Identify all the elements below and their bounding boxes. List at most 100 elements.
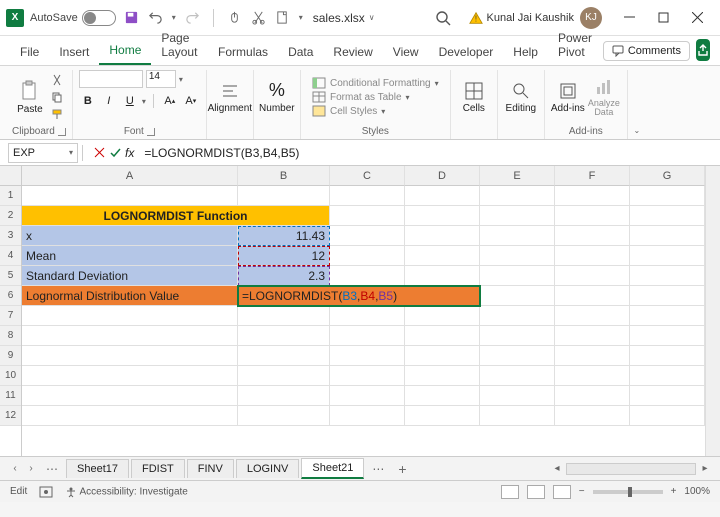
- cell[interactable]: [630, 326, 705, 346]
- autosave-toggle[interactable]: [82, 10, 116, 26]
- cell[interactable]: [630, 266, 705, 286]
- sheet-overflow-right[interactable]: ⋯: [366, 462, 390, 476]
- row-header[interactable]: 2: [0, 206, 21, 226]
- sheet-nav-prev[interactable]: ‹: [8, 463, 22, 474]
- cell[interactable]: [480, 246, 555, 266]
- cell[interactable]: [630, 206, 705, 226]
- cell[interactable]: [238, 346, 330, 366]
- touch-mode-icon[interactable]: [227, 10, 242, 25]
- cell-a4[interactable]: Mean: [22, 246, 238, 266]
- cell[interactable]: [555, 346, 630, 366]
- cell[interactable]: [555, 286, 630, 306]
- row-header[interactable]: 9: [0, 346, 21, 366]
- row-header[interactable]: 11: [0, 386, 21, 406]
- cell[interactable]: [555, 206, 630, 226]
- filename[interactable]: sales.xlsx ∨: [313, 11, 375, 25]
- cell[interactable]: [405, 406, 480, 426]
- maximize-button[interactable]: [646, 4, 680, 32]
- horizontal-scrollbar[interactable]: [566, 463, 696, 475]
- cell[interactable]: [330, 186, 405, 206]
- format-as-table-button[interactable]: Format as Table▾: [312, 91, 439, 103]
- cell[interactable]: [330, 246, 405, 266]
- cell[interactable]: [555, 406, 630, 426]
- minimize-button[interactable]: [612, 4, 646, 32]
- cut-button[interactable]: [49, 73, 65, 87]
- tab-power-pivot[interactable]: Power Pivot: [548, 25, 603, 65]
- number-button[interactable]: % Number: [260, 76, 294, 118]
- cell[interactable]: [480, 366, 555, 386]
- cell-b5[interactable]: 2.3: [238, 266, 330, 286]
- cell[interactable]: [480, 346, 555, 366]
- cell[interactable]: [330, 266, 405, 286]
- undo-icon[interactable]: [148, 10, 163, 25]
- sheet-tab-active[interactable]: Sheet21: [301, 458, 364, 479]
- cell[interactable]: [480, 286, 555, 306]
- cell[interactable]: [22, 346, 238, 366]
- col-header[interactable]: G: [630, 166, 705, 186]
- page-break-view-button[interactable]: [553, 485, 571, 499]
- alignment-button[interactable]: Alignment: [213, 76, 247, 118]
- col-header[interactable]: D: [405, 166, 480, 186]
- cell[interactable]: [555, 226, 630, 246]
- redo-icon[interactable]: [185, 10, 200, 25]
- cancel-icon[interactable]: [93, 146, 106, 159]
- cell[interactable]: [22, 186, 238, 206]
- row-header[interactable]: 5: [0, 266, 21, 286]
- cell[interactable]: [630, 406, 705, 426]
- cell[interactable]: [405, 226, 480, 246]
- cell[interactable]: [22, 406, 238, 426]
- vertical-scrollbar[interactable]: [705, 166, 720, 456]
- cell[interactable]: [22, 366, 238, 386]
- cell[interactable]: [238, 406, 330, 426]
- cell[interactable]: [555, 326, 630, 346]
- sheet-overflow-left[interactable]: ⋯: [40, 462, 64, 476]
- cell-styles-button[interactable]: Cell Styles▾: [312, 105, 439, 117]
- cell[interactable]: [555, 266, 630, 286]
- italic-button[interactable]: I: [100, 92, 118, 110]
- cell[interactable]: [238, 386, 330, 406]
- cell[interactable]: [480, 406, 555, 426]
- save-icon[interactable]: [124, 10, 139, 25]
- row-header[interactable]: 10: [0, 366, 21, 386]
- sheet-nav-next[interactable]: ›: [24, 463, 38, 474]
- share-button[interactable]: [696, 39, 710, 61]
- cell[interactable]: [330, 206, 405, 226]
- cell[interactable]: [630, 246, 705, 266]
- cell[interactable]: [330, 346, 405, 366]
- sheet-tab[interactable]: FINV: [187, 459, 234, 478]
- row-header[interactable]: 4: [0, 246, 21, 266]
- font-size-selector[interactable]: 14: [146, 70, 176, 88]
- account-name[interactable]: ! Kunal Jai Kaushik: [469, 11, 574, 25]
- editing-button[interactable]: Editing: [504, 76, 538, 118]
- cell[interactable]: [330, 406, 405, 426]
- sheet-tab[interactable]: Sheet17: [66, 459, 129, 478]
- cell[interactable]: [630, 346, 705, 366]
- select-all-corner[interactable]: [0, 166, 21, 186]
- undo-dropdown[interactable]: ▾: [172, 13, 176, 22]
- cell-b3[interactable]: 11.43: [238, 226, 330, 246]
- decrease-font-button[interactable]: A▾: [182, 92, 200, 110]
- increase-font-button[interactable]: A▴: [161, 92, 179, 110]
- underline-button[interactable]: U: [121, 92, 139, 110]
- cell[interactable]: [405, 386, 480, 406]
- cell[interactable]: [480, 386, 555, 406]
- tab-help[interactable]: Help: [503, 39, 548, 65]
- row-header[interactable]: 7: [0, 306, 21, 326]
- format-painter-button[interactable]: [49, 107, 65, 121]
- cell[interactable]: [480, 326, 555, 346]
- cell[interactable]: [405, 326, 480, 346]
- cell[interactable]: [630, 366, 705, 386]
- col-header[interactable]: E: [480, 166, 555, 186]
- cell-header[interactable]: LOGNORMDIST Function: [22, 206, 330, 226]
- cell[interactable]: [630, 226, 705, 246]
- close-button[interactable]: [680, 4, 714, 32]
- tab-home[interactable]: Home: [99, 37, 151, 65]
- sheet-tab[interactable]: LOGINV: [236, 459, 300, 478]
- font-selector[interactable]: [79, 70, 143, 88]
- cell[interactable]: [480, 186, 555, 206]
- fx-icon[interactable]: fx: [125, 146, 134, 160]
- cell[interactable]: [405, 206, 480, 226]
- tab-view[interactable]: View: [383, 39, 429, 65]
- cell[interactable]: [405, 306, 480, 326]
- cell[interactable]: [630, 286, 705, 306]
